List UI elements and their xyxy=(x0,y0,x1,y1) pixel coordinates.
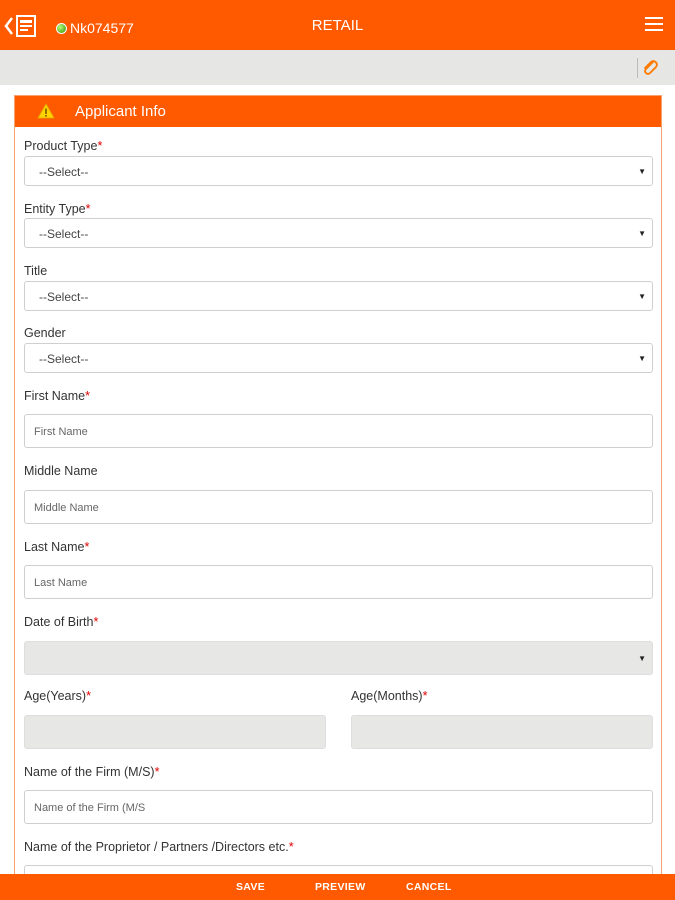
age-years-label: Age(Years)* xyxy=(24,689,91,703)
app-header: Nk074577 RETAIL xyxy=(0,0,675,50)
dob-label: Date of Birth* xyxy=(24,615,99,629)
bottom-action-bar: SAVE PREVIEW CANCEL xyxy=(0,874,675,900)
product-type-label: Product Type* xyxy=(24,139,103,153)
dropdown-caret-icon: ▼ xyxy=(638,229,646,238)
section-title: Applicant Info xyxy=(75,103,166,120)
entity-type-select[interactable]: --Select-- ▼ xyxy=(24,218,653,248)
entity-type-value: --Select-- xyxy=(39,227,89,241)
product-type-value: --Select-- xyxy=(39,165,89,179)
title-label: Title xyxy=(24,264,48,278)
entity-type-label: Entity Type* xyxy=(24,202,91,216)
dropdown-caret-icon: ▼ xyxy=(638,292,646,301)
middle-name-placeholder: Middle Name xyxy=(34,502,99,514)
last-name-field[interactable]: Last Name xyxy=(24,565,653,599)
middle-name-label: Middle Name xyxy=(24,464,98,478)
last-name-label: Last Name* xyxy=(24,540,90,554)
proprietor-label: Name of the Proprietor / Partners /Direc… xyxy=(24,840,294,854)
dob-picker[interactable]: ▼ xyxy=(24,641,653,675)
paperclip-icon xyxy=(644,60,658,75)
age-months-label: Age(Months)* xyxy=(351,689,428,703)
firm-name-label: Name of the Firm (M/S)* xyxy=(24,765,160,779)
first-name-field[interactable]: First Name xyxy=(24,414,653,448)
product-type-select[interactable]: --Select-- ▼ xyxy=(24,156,653,186)
cancel-button[interactable]: CANCEL xyxy=(406,881,452,893)
toolbar xyxy=(0,50,675,85)
preview-button[interactable]: PREVIEW xyxy=(315,881,366,893)
firm-name-field[interactable]: Name of the Firm (M/S xyxy=(24,790,653,824)
last-name-placeholder: Last Name xyxy=(34,577,88,589)
save-button[interactable]: SAVE xyxy=(236,881,265,893)
dropdown-caret-icon: ▼ xyxy=(638,654,646,663)
middle-name-field[interactable]: Middle Name xyxy=(24,490,653,524)
first-name-placeholder: First Name xyxy=(34,426,88,438)
dropdown-caret-icon: ▼ xyxy=(638,354,646,363)
hamburger-menu-icon[interactable] xyxy=(645,17,663,31)
gender-label: Gender xyxy=(24,326,66,340)
warning-icon xyxy=(37,103,55,119)
title-value: --Select-- xyxy=(39,290,89,304)
first-name-label: First Name* xyxy=(24,389,90,403)
gender-value: --Select-- xyxy=(39,352,89,366)
age-years-field xyxy=(24,715,326,749)
page-title: RETAIL xyxy=(311,17,364,34)
title-select[interactable]: --Select-- ▼ xyxy=(24,281,653,311)
dropdown-caret-icon: ▼ xyxy=(638,167,646,176)
age-months-field xyxy=(351,715,653,749)
applicant-info-panel: Applicant Info Product Type* --Select-- … xyxy=(14,95,662,885)
section-header[interactable]: Applicant Info xyxy=(15,96,661,127)
gender-select[interactable]: --Select-- ▼ xyxy=(24,343,653,373)
firm-name-placeholder: Name of the Firm (M/S xyxy=(34,802,146,814)
attach-button[interactable] xyxy=(641,58,659,78)
toolbar-divider xyxy=(637,58,638,78)
